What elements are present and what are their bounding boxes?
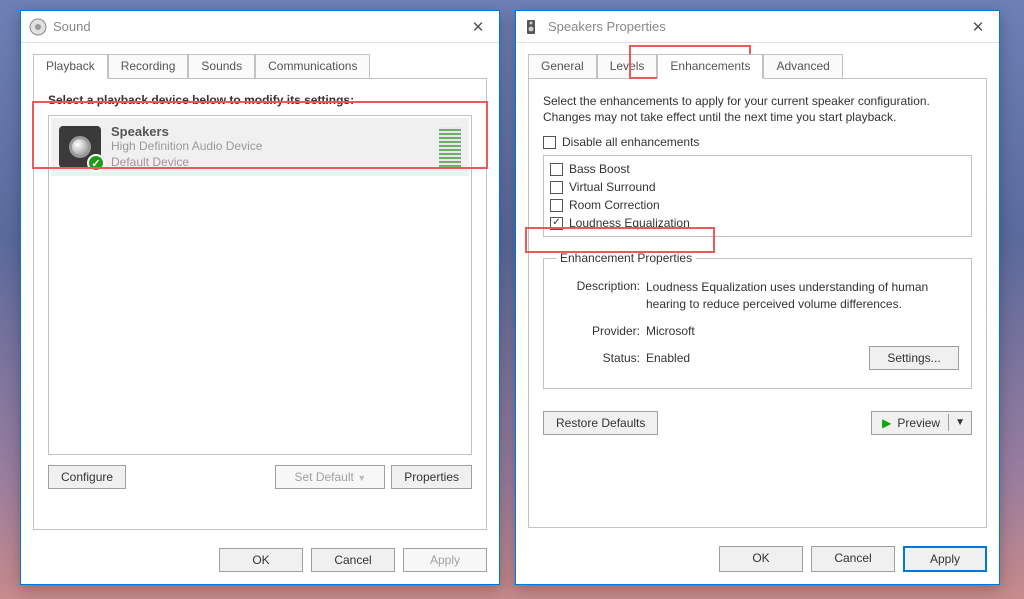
tab-general[interactable]: General: [528, 54, 597, 79]
enh-room-correction[interactable]: Room Correction: [550, 198, 965, 212]
restore-defaults-button[interactable]: Restore Defaults: [543, 411, 658, 435]
device-list[interactable]: ✓ Speakers High Definition Audio Device …: [48, 115, 472, 455]
provider-label: Provider:: [556, 324, 646, 338]
properties-button[interactable]: Properties: [391, 465, 472, 489]
enhancement-properties: Enhancement Properties Description: Loud…: [543, 251, 972, 388]
chevron-down-icon: ▼: [357, 473, 366, 483]
enh-loudness-equalization[interactable]: Loudness Equalization: [550, 216, 965, 230]
tab-strip: General Levels Enhancements Advanced: [516, 43, 999, 78]
level-meter-icon: [439, 127, 461, 167]
sound-dialog: Sound ✕ Playback Recording Sounds Commun…: [20, 10, 500, 585]
disable-all-label: Disable all enhancements: [562, 135, 699, 149]
window-title: Sound: [53, 19, 465, 34]
close-icon[interactable]: ✕: [465, 18, 491, 36]
dialog-footer: OK Cancel Apply: [21, 540, 499, 584]
tab-enhancements[interactable]: Enhancements: [657, 54, 763, 79]
enh-virtual-surround[interactable]: Virtual Surround: [550, 180, 965, 194]
window-title: Speakers Properties: [548, 19, 965, 34]
enh-label: Bass Boost: [569, 162, 630, 176]
set-default-button: Set Default ▼: [275, 465, 385, 489]
enh-label: Virtual Surround: [569, 180, 656, 194]
checkbox[interactable]: [550, 217, 563, 230]
status-label: Status:: [556, 351, 646, 365]
instruction-text: Select a playback device below to modify…: [48, 93, 472, 107]
speaker-prop-icon: [524, 18, 542, 36]
device-name: Speakers: [111, 124, 433, 139]
device-driver: High Definition Audio Device: [111, 139, 433, 155]
configure-button[interactable]: Configure: [48, 465, 126, 489]
tab-communications[interactable]: Communications: [255, 54, 370, 79]
enh-label: Room Correction: [569, 198, 660, 212]
ok-button[interactable]: OK: [219, 548, 303, 572]
play-icon: ▶: [872, 413, 895, 433]
tab-strip: Playback Recording Sounds Communications: [21, 43, 499, 78]
instruction-text: Select the enhancements to apply for you…: [543, 93, 972, 125]
tab-recording[interactable]: Recording: [108, 54, 189, 79]
tab-sounds[interactable]: Sounds: [188, 54, 255, 79]
checkbox[interactable]: [550, 163, 563, 176]
apply-button[interactable]: Apply: [903, 546, 987, 572]
enhancement-list[interactable]: Bass Boost Virtual Surround Room Correct…: [543, 155, 972, 237]
enh-label: Loudness Equalization: [569, 216, 690, 230]
preview-label: Preview: [895, 413, 948, 433]
props-legend: Enhancement Properties: [556, 251, 696, 265]
disable-all-checkbox[interactable]: [543, 136, 556, 149]
enh-bass-boost[interactable]: Bass Boost: [550, 162, 965, 176]
chevron-down-icon[interactable]: ▼: [948, 414, 971, 431]
dialog-footer: OK Cancel Apply: [516, 538, 999, 584]
settings-button[interactable]: Settings...: [869, 346, 959, 370]
desc-value: Loudness Equalization uses understanding…: [646, 279, 959, 311]
device-status: Default Device: [111, 155, 433, 171]
apply-button: Apply: [403, 548, 487, 572]
sound-icon: [29, 18, 47, 36]
titlebar[interactable]: Sound ✕: [21, 11, 499, 43]
tab-levels[interactable]: Levels: [597, 54, 658, 79]
tab-advanced[interactable]: Advanced: [763, 54, 842, 79]
status-value: Enabled: [646, 351, 869, 365]
provider-value: Microsoft: [646, 324, 959, 338]
device-item-speakers[interactable]: ✓ Speakers High Definition Audio Device …: [51, 118, 469, 176]
speaker-icon: ✓: [59, 126, 101, 168]
playback-panel: Select a playback device below to modify…: [33, 78, 487, 530]
ok-button[interactable]: OK: [719, 546, 803, 572]
checkbox[interactable]: [550, 181, 563, 194]
default-badge-icon: ✓: [87, 154, 105, 172]
preview-button[interactable]: ▶ Preview ▼: [871, 411, 972, 435]
cancel-button[interactable]: Cancel: [811, 546, 895, 572]
speaker-properties-dialog: Speakers Properties ✕ General Levels Enh…: [515, 10, 1000, 585]
desc-label: Description:: [556, 279, 646, 311]
titlebar[interactable]: Speakers Properties ✕: [516, 11, 999, 43]
enhancements-panel: Select the enhancements to apply for you…: [528, 78, 987, 528]
disable-all-row[interactable]: Disable all enhancements: [543, 135, 972, 149]
checkbox[interactable]: [550, 199, 563, 212]
cancel-button[interactable]: Cancel: [311, 548, 395, 572]
close-icon[interactable]: ✕: [965, 18, 991, 36]
tab-playback[interactable]: Playback: [33, 54, 108, 79]
